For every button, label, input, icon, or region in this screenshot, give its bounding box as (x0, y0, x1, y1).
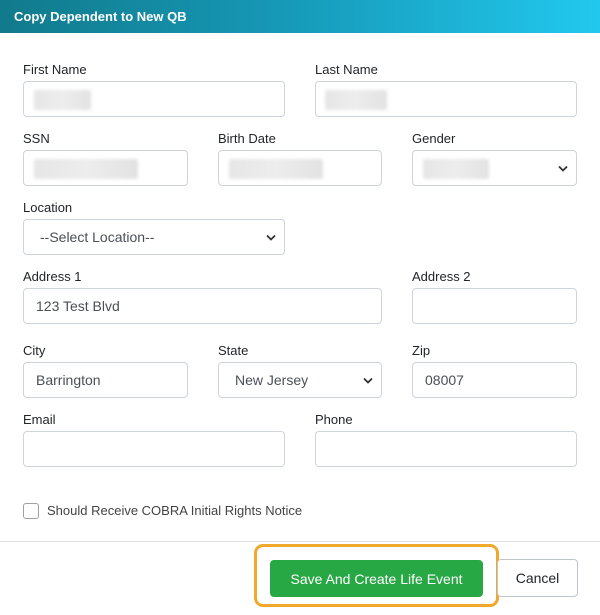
gender-label: Gender (412, 131, 456, 146)
zip-value: 08007 (425, 372, 464, 388)
cancel-button[interactable]: Cancel (497, 559, 578, 597)
birth-date-input[interactable] (218, 150, 382, 186)
save-and-create-life-event-button[interactable]: Save And Create Life Event (270, 560, 483, 597)
address1-value: 123 Test Blvd (36, 298, 120, 314)
last-name-label: Last Name (315, 62, 378, 77)
cobra-notice-label: Should Receive COBRA Initial Rights Noti… (47, 503, 303, 518)
copy-dependent-modal: Copy Dependent to New QB First Name Last… (0, 0, 600, 615)
ssn-input[interactable] (23, 150, 188, 186)
redacted-value (34, 159, 138, 179)
modal-header: Copy Dependent to New QB (0, 0, 600, 33)
location-selected-value: --Select Location-- (40, 229, 155, 245)
first-name-input[interactable] (23, 81, 285, 117)
zip-label: Zip (412, 343, 431, 358)
location-select[interactable]: --Select Location-- (23, 219, 285, 255)
ssn-label: SSN (23, 131, 50, 146)
birth-date-label: Birth Date (218, 131, 276, 146)
state-label: State (218, 343, 249, 358)
state-select[interactable]: New Jersey (218, 362, 382, 398)
redacted-value (325, 90, 387, 110)
cobra-notice-checkbox[interactable] (23, 503, 39, 519)
modal-title: Copy Dependent to New QB (14, 9, 187, 24)
redacted-value (229, 159, 323, 179)
city-label: City (23, 343, 46, 358)
city-value: Barrington (36, 372, 101, 388)
email-label: Email (23, 412, 56, 427)
chevron-down-icon (558, 165, 568, 172)
last-name-input[interactable] (315, 81, 577, 117)
first-name-label: First Name (23, 62, 87, 77)
address1-input[interactable]: 123 Test Blvd (23, 288, 382, 324)
footer-divider (0, 541, 600, 542)
phone-input[interactable] (315, 431, 577, 467)
address1-label: Address 1 (23, 269, 82, 284)
redacted-value (34, 90, 91, 110)
gender-select[interactable] (412, 150, 577, 186)
address2-input[interactable] (412, 288, 577, 324)
city-input[interactable]: Barrington (23, 362, 188, 398)
phone-label: Phone (315, 412, 353, 427)
location-label: Location (23, 200, 73, 215)
chevron-down-icon (266, 234, 276, 241)
state-selected-value: New Jersey (235, 372, 309, 388)
zip-input[interactable]: 08007 (412, 362, 577, 398)
email-input[interactable] (23, 431, 285, 467)
chevron-down-icon (363, 377, 373, 384)
address2-label: Address 2 (412, 269, 471, 284)
redacted-value (423, 159, 489, 179)
